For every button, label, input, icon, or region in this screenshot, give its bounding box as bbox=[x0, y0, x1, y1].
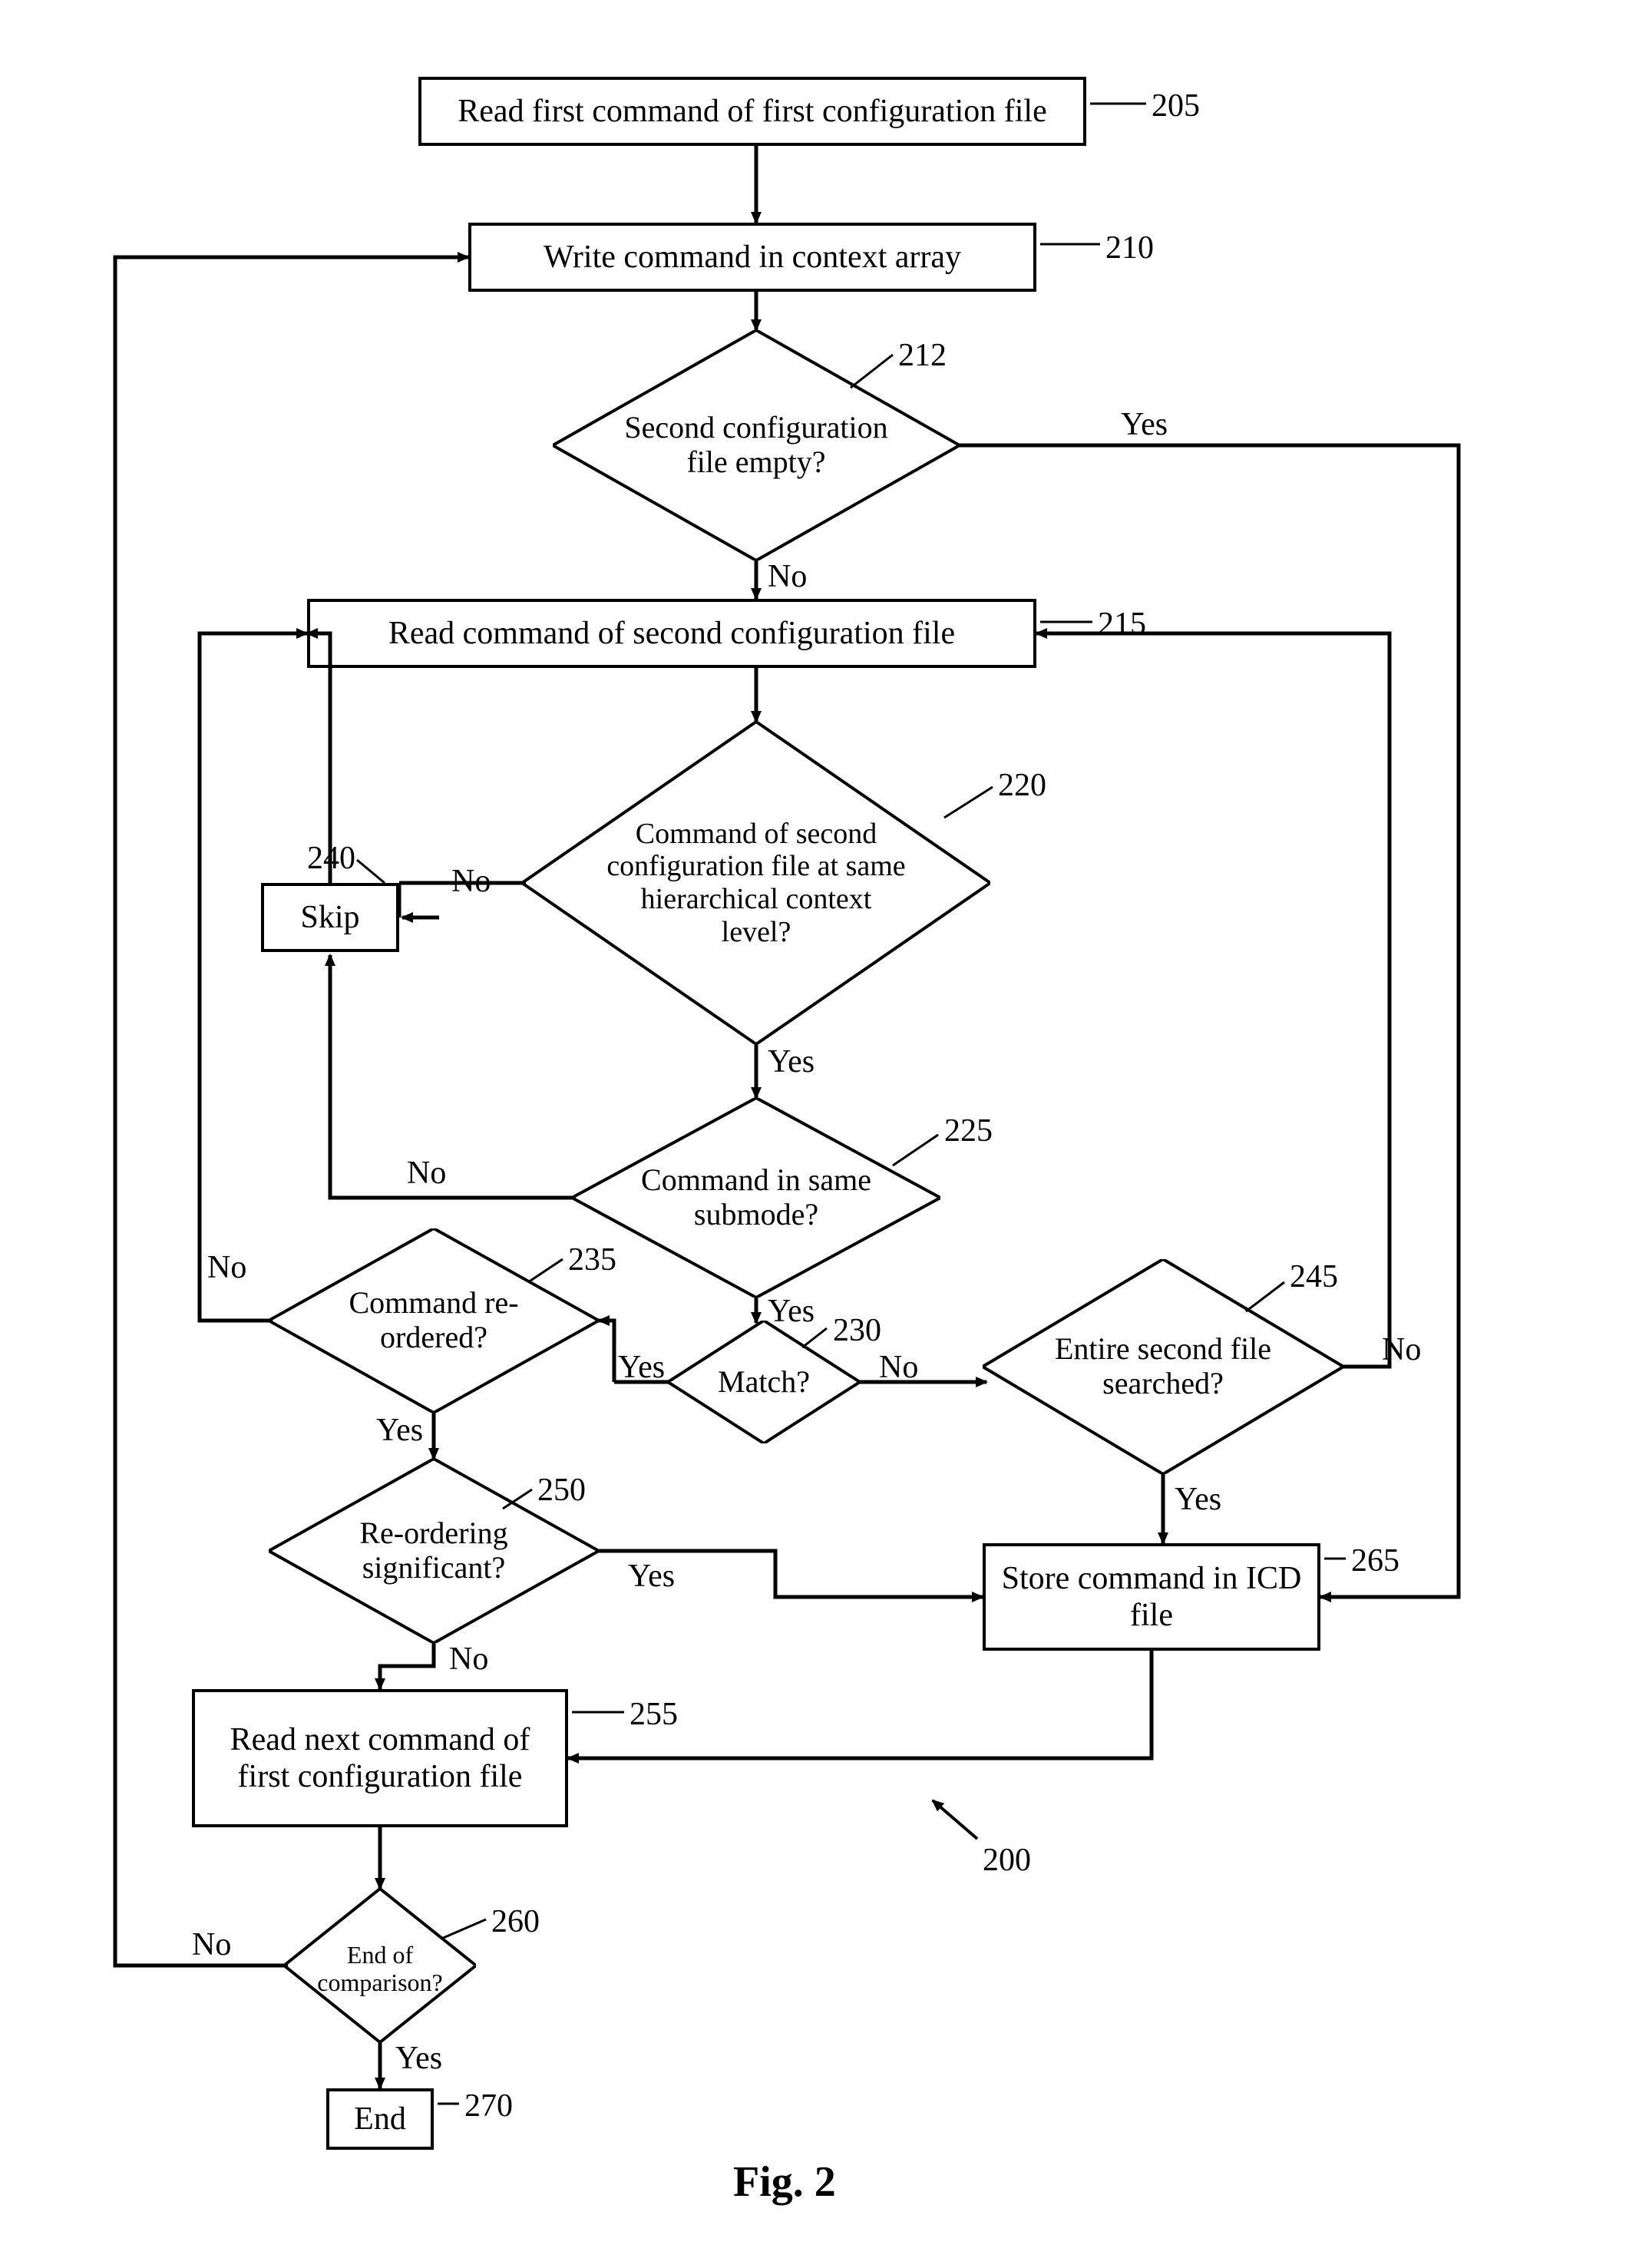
flowchart-canvas: Read first command of first configuratio… bbox=[0, 0, 1639, 2268]
node-270: End bbox=[326, 2088, 434, 2150]
edge-220-no: No bbox=[451, 864, 491, 899]
node-225-label: Command in same submode? bbox=[637, 1163, 875, 1232]
node-220-label: Command of second configuration file at … bbox=[606, 818, 906, 948]
node-215-label: Read command of second configuration fil… bbox=[388, 615, 955, 652]
edge-245-no: No bbox=[1382, 1332, 1421, 1367]
edge-260-yes: Yes bbox=[395, 2041, 442, 2076]
edge-260-no: No bbox=[192, 1927, 231, 1962]
edge-250-yes: Yes bbox=[628, 1559, 675, 1594]
ref-260: 260 bbox=[491, 1904, 540, 1939]
node-240: Skip bbox=[261, 883, 399, 952]
node-260: End of comparison? bbox=[284, 1889, 476, 2042]
node-210: Write command in context array bbox=[468, 223, 1036, 292]
edge-212-no: No bbox=[768, 559, 807, 594]
ref-270: 270 bbox=[464, 2088, 513, 2124]
ref-205: 205 bbox=[1152, 88, 1200, 124]
edge-230-no: No bbox=[879, 1350, 918, 1385]
edge-225-yes: Yes bbox=[768, 1294, 815, 1329]
ref-212: 212 bbox=[898, 338, 947, 373]
edge-250-no: No bbox=[449, 1641, 488, 1677]
ref-215: 215 bbox=[1098, 607, 1146, 642]
node-245-label: Entire second file searched? bbox=[1048, 1332, 1278, 1401]
edge-235-yes: Yes bbox=[376, 1413, 423, 1448]
figure-label: Fig. 2 bbox=[733, 2157, 836, 2207]
node-230-label: Match? bbox=[718, 1365, 810, 1400]
node-235-label: Command re-ordered? bbox=[330, 1286, 537, 1355]
edge-225-no: No bbox=[407, 1155, 446, 1191]
ref-265: 265 bbox=[1351, 1543, 1399, 1579]
node-235: Command re-ordered? bbox=[269, 1228, 599, 1413]
node-212-label: Second configuration file empty? bbox=[614, 411, 898, 480]
node-210-label: Write command in context array bbox=[544, 239, 961, 276]
ref-240: 240 bbox=[307, 841, 355, 876]
node-215: Read command of second configuration fil… bbox=[307, 599, 1036, 668]
node-230: Match? bbox=[668, 1321, 860, 1443]
node-225: Command in same submode? bbox=[572, 1098, 940, 1298]
node-205: Read first command of first configuratio… bbox=[418, 77, 1086, 146]
node-240-label: Skip bbox=[300, 899, 359, 936]
edge-230-yes: Yes bbox=[618, 1350, 665, 1385]
ref-255: 255 bbox=[629, 1697, 678, 1732]
ref-250: 250 bbox=[537, 1473, 586, 1508]
ref-225: 225 bbox=[944, 1113, 993, 1149]
node-260-label: End of comparison? bbox=[311, 1942, 449, 1997]
node-265: Store command in ICD file bbox=[983, 1543, 1320, 1651]
node-220: Command of second configuration file at … bbox=[522, 722, 990, 1044]
edge-245-yes: Yes bbox=[1175, 1482, 1221, 1517]
node-255: Read next command of first configuration… bbox=[192, 1689, 568, 1827]
ref-245: 245 bbox=[1290, 1259, 1338, 1294]
node-255-label: Read next command of first configuration… bbox=[203, 1721, 557, 1796]
edge-235-no: No bbox=[207, 1250, 246, 1285]
node-270-label: End bbox=[354, 2101, 406, 2137]
ref-210: 210 bbox=[1105, 230, 1154, 266]
node-265-label: Store command in ICD file bbox=[993, 1560, 1310, 1635]
node-205-label: Read first command of first configuratio… bbox=[458, 93, 1046, 130]
edge-212-yes: Yes bbox=[1121, 407, 1168, 442]
ref-235: 235 bbox=[568, 1242, 616, 1278]
ref-200: 200 bbox=[983, 1843, 1031, 1878]
node-250-label: Re-ordering significant? bbox=[330, 1516, 537, 1585]
ref-220: 220 bbox=[998, 768, 1046, 803]
edge-220-yes: Yes bbox=[768, 1044, 815, 1079]
ref-230: 230 bbox=[833, 1313, 881, 1348]
